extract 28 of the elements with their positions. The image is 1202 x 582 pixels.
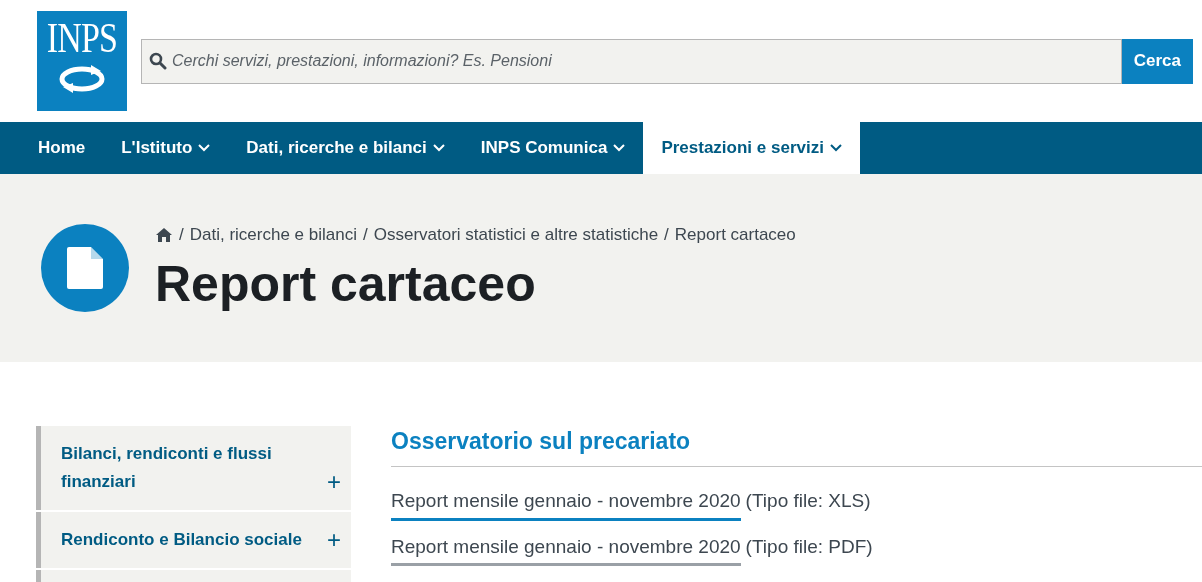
breadcrumb-separator: / bbox=[179, 224, 184, 247]
home-icon[interactable] bbox=[155, 227, 173, 243]
nav-tab[interactable]: Dati, ricerche e bilanci bbox=[228, 122, 463, 174]
breadcrumb-link[interactable]: Osservatori statistici e altre statistiche bbox=[373, 222, 659, 248]
file-link[interactable]: Report mensile gennaio - novembre 2020 bbox=[391, 532, 741, 566]
logo-text: INPS bbox=[46, 14, 118, 62]
search-icon bbox=[149, 51, 167, 70]
sidebar-item[interactable]: Bilanci, rendiconti e flussi finanziari + bbox=[36, 426, 351, 510]
search-button[interactable]: Cerca bbox=[1121, 38, 1193, 84]
breadcrumb-link[interactable]: Dati, ricerche e bilanci bbox=[189, 222, 357, 248]
nav-tab[interactable]: Home bbox=[20, 122, 104, 174]
expand-toggle[interactable]: + bbox=[327, 526, 341, 554]
search-field[interactable]: Cerchi servizi, prestazioni, informazioni? Es. Pensioni bbox=[141, 38, 1122, 84]
nav-tab[interactable]: Prestazioni e servizi bbox=[643, 122, 860, 174]
nav-tab[interactable]: L'Istituto bbox=[103, 122, 229, 174]
file-type-note: (Tipo file: XLS) bbox=[745, 489, 871, 513]
breadcrumb-separator: / bbox=[664, 224, 669, 247]
breadcrumb-separator: / bbox=[363, 224, 368, 247]
file-link[interactable]: Report mensile gennaio - novembre 2020 bbox=[391, 487, 741, 521]
sidebar-item[interactable]: Rendiconto e Bilancio sociale + bbox=[36, 512, 351, 568]
expand-toggle[interactable]: + bbox=[327, 468, 341, 496]
breadcrumb-current[interactable]: Report cartaceo bbox=[674, 222, 796, 248]
section-title: Osservatorio sul precariato bbox=[391, 426, 1202, 467]
file-type-note: (Tipo file: PDF) bbox=[745, 534, 873, 559]
nav-tab[interactable]: INPS Comunica bbox=[462, 122, 644, 174]
page-title: Report cartaceo bbox=[155, 254, 537, 314]
inps-logo[interactable]: INPS bbox=[37, 11, 127, 111]
circular-arrows-icon bbox=[57, 63, 107, 95]
